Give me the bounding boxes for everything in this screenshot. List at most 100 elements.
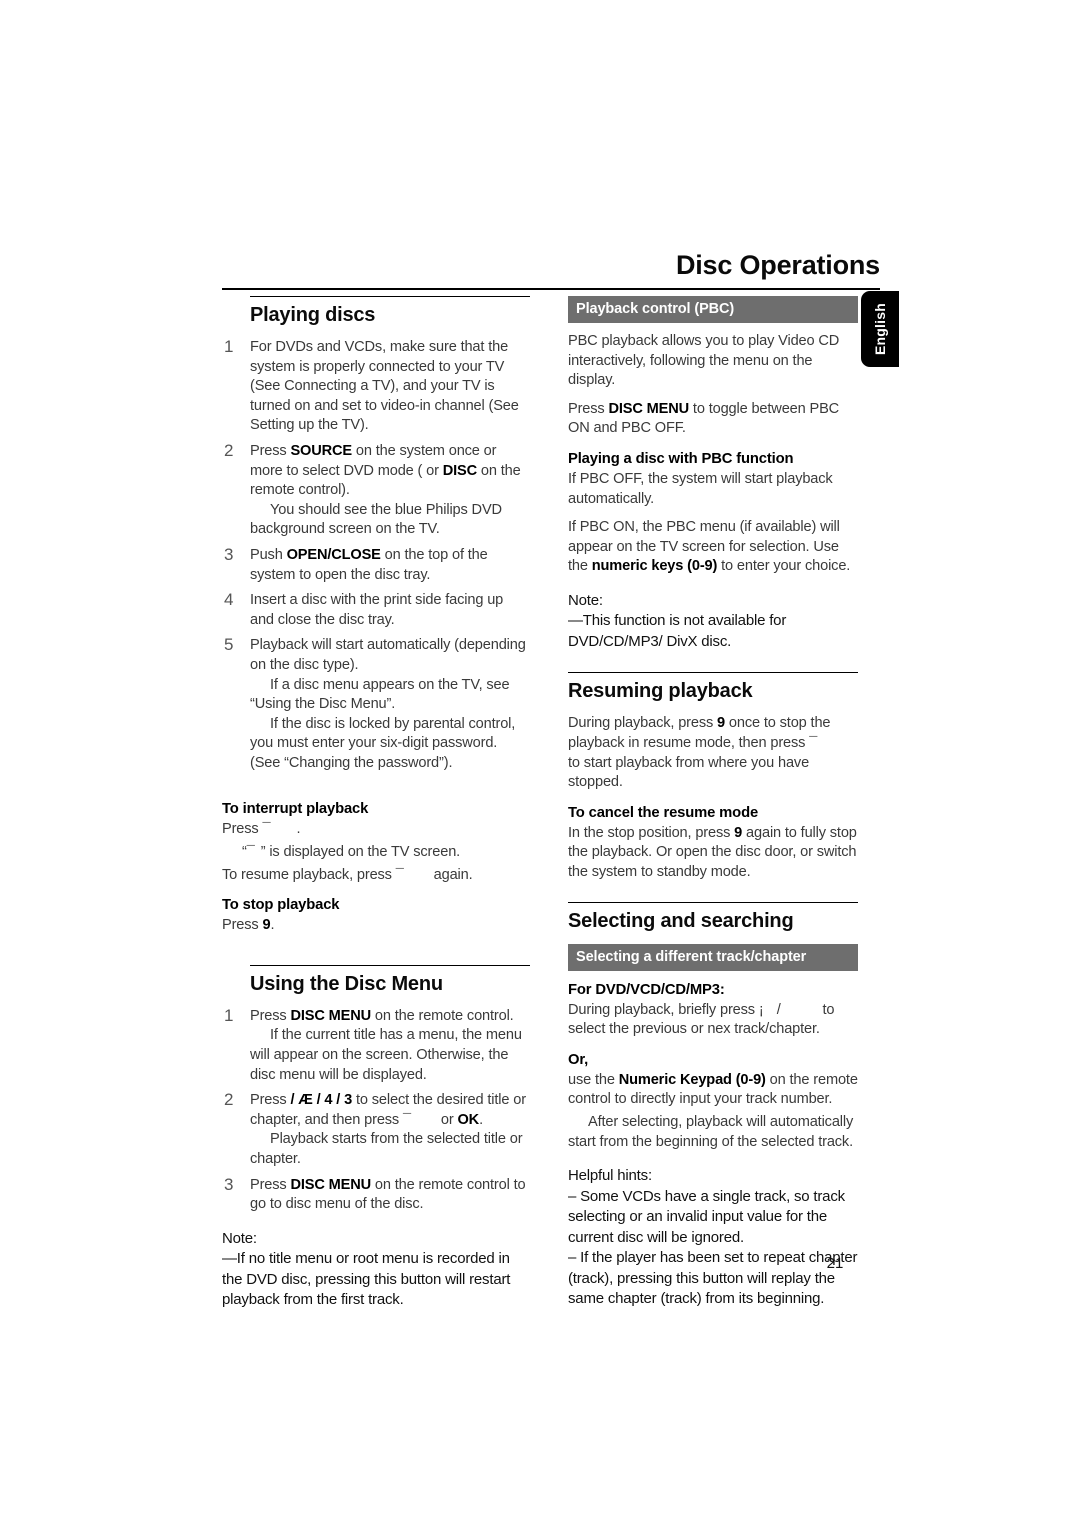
keyword-numeric-keys: numeric keys (0-9) bbox=[591, 558, 718, 575]
cancel-resume-paragraph: In the stop position, press 9 again to f… bbox=[568, 824, 858, 883]
list-text-pre: Press bbox=[250, 1092, 291, 1109]
list-text-post: on the remote control. bbox=[371, 1007, 514, 1024]
stop-symbol-icon: 9 bbox=[734, 824, 743, 841]
right-column: Playback control (PBC) PBC playback allo… bbox=[568, 296, 858, 1310]
stop-symbol-icon: 9 bbox=[717, 715, 726, 732]
bar-heading-pbc: Playback control (PBC) bbox=[568, 296, 858, 323]
section-divider-disc-menu bbox=[250, 964, 530, 966]
play-pause-symbol-icon: ¯ bbox=[262, 821, 271, 838]
stop-line: Press 9. bbox=[222, 916, 530, 936]
list-text-pre: Press bbox=[250, 442, 291, 459]
page-title: Disc Operations bbox=[675, 250, 880, 280]
keyword-disc-menu: DISC MENU bbox=[290, 1007, 372, 1024]
or-sub-text: After selecting, playback will automatic… bbox=[568, 1113, 854, 1150]
interrupt-line-3-pre: To resume playback, press bbox=[222, 866, 396, 883]
keyword-disc-menu: DISC MENU bbox=[290, 1176, 372, 1193]
list-text-mid-2: or bbox=[436, 1111, 458, 1128]
list-number: 4 bbox=[224, 590, 234, 610]
list-number: 2 bbox=[224, 440, 234, 460]
section-heading-playing-discs: Playing discs bbox=[250, 304, 376, 326]
interrupt-line-2-post: ” is displayed on the TV screen. bbox=[260, 844, 461, 861]
note-body: —If no title menu or root menu is record… bbox=[222, 1250, 511, 1309]
list-item: 2 Press SOURCE on the system once or mor… bbox=[222, 440, 530, 540]
play-pause-symbol-icon: ¯ bbox=[246, 844, 255, 861]
section-divider-resuming bbox=[568, 672, 858, 674]
list-text: Playback will start automatically (depen… bbox=[250, 637, 526, 673]
list-item: 1 For DVDs and VCDs, make sure that the … bbox=[222, 337, 530, 436]
keyword-ok: OK bbox=[457, 1111, 480, 1128]
interrupt-line-1-pre: Press bbox=[222, 821, 263, 838]
interrupt-line-3-post: again. bbox=[429, 866, 473, 883]
keyword-open-close: OPEN/CLOSE bbox=[286, 546, 381, 563]
or-subparagraph: After selecting, playback will automatic… bbox=[568, 1113, 858, 1152]
stop-line-post: . bbox=[270, 917, 275, 934]
title-divider bbox=[222, 288, 880, 290]
list-item: 4 Insert a disc with the print side faci… bbox=[222, 590, 530, 630]
interrupt-line-1-post: . bbox=[296, 821, 301, 838]
list-number: 1 bbox=[224, 1005, 234, 1025]
keyword-disc: DISC bbox=[442, 462, 478, 479]
page-number: 21 bbox=[826, 1255, 844, 1272]
pbc-paragraph-4: If PBC ON, the PBC menu (if available) w… bbox=[568, 518, 858, 577]
list-subtext: If the current title has a menu, the men… bbox=[250, 1027, 522, 1083]
section-heading-selecting: Selecting and searching bbox=[568, 909, 794, 932]
interrupt-line-1: Press ¯. bbox=[222, 820, 530, 840]
list-text: For DVDs and VCDs, make sure that the sy… bbox=[250, 339, 519, 434]
helpful-hints: Helpful hints: – Some VCDs have a single… bbox=[568, 1166, 858, 1310]
list-subtext: You should see the blue Philips DVD back… bbox=[250, 501, 502, 538]
section-divider-playing-discs bbox=[250, 296, 530, 297]
left-column: Playing discs 1 For DVDs and VCDs, make … bbox=[222, 296, 530, 1311]
list-item: 3 Press DISC MENU on the remote control … bbox=[222, 1174, 530, 1215]
subheading-for-formats: For DVD/VCD/CD/MP3: bbox=[568, 981, 725, 998]
navigation-symbols-icon: / Æ / 4 / 3 bbox=[290, 1092, 356, 1109]
list-subtext: Playback starts from the selected title … bbox=[250, 1131, 523, 1167]
cancel-resume-pre: In the stop position, press bbox=[568, 824, 735, 841]
list-item: 1 Press DISC MENU on the remote control.… bbox=[222, 1005, 530, 1085]
selecting-mid: / bbox=[772, 1001, 785, 1018]
list-item: 3 Push OPEN/CLOSE on the top of the syst… bbox=[222, 544, 530, 585]
note-body: —This function is not available for DVD/… bbox=[568, 612, 787, 650]
resuming-paragraph: During playback, press 9 once to stop th… bbox=[568, 714, 858, 792]
pbc-paragraph-2-pre: Press bbox=[568, 400, 609, 417]
pbc-paragraph-3: If PBC OFF, the system will start playba… bbox=[568, 470, 833, 507]
subheading-or: Or, bbox=[568, 1051, 589, 1068]
play-pause-symbol-icon: ¯ bbox=[402, 1111, 411, 1128]
stop-line-pre: Press bbox=[222, 917, 263, 934]
keyword-source: SOURCE bbox=[290, 442, 353, 459]
keyword-disc-menu: DISC MENU bbox=[608, 400, 690, 417]
interrupt-line-2-pre: “ bbox=[242, 844, 247, 861]
selecting-pre: During playback, briefly press bbox=[568, 1001, 759, 1018]
pbc-paragraph-2: Press DISC MENU to toggle between PBC ON… bbox=[568, 400, 858, 439]
hint-item: – Some VCDs have a single track, so trac… bbox=[568, 1187, 845, 1246]
list-text-pre: Press bbox=[250, 1176, 291, 1193]
language-tab-label: English bbox=[872, 303, 888, 355]
manual-page: Disc Operations English Playing discs 1 … bbox=[0, 0, 1080, 1528]
list-number: 1 bbox=[224, 337, 234, 356]
section-divider-selecting bbox=[568, 901, 858, 903]
or-paragraph: use the Numeric Keypad (0-9) on the remo… bbox=[568, 1071, 858, 1110]
pbc-paragraph-1: PBC playback allows you to play Video CD… bbox=[568, 333, 840, 389]
previous-track-symbol-icon: ¡ bbox=[758, 1001, 764, 1018]
list-text-pre: Push bbox=[250, 546, 287, 563]
list-number: 3 bbox=[224, 544, 234, 564]
keyword-numeric-keypad: Numeric Keypad (0-9) bbox=[618, 1071, 766, 1088]
list-text-pre: Press bbox=[250, 1007, 291, 1024]
play-pause-symbol-icon: ¯ bbox=[809, 735, 818, 752]
selecting-paragraph: During playback, briefly press ¡ / to se… bbox=[568, 1001, 858, 1040]
resuming-pre: During playback, press bbox=[568, 715, 718, 732]
list-item: 5 Playback will start automatically (dep… bbox=[222, 635, 530, 773]
list-number: 2 bbox=[224, 1090, 234, 1110]
pbc-paragraph-4-post: to enter your choice. bbox=[717, 558, 851, 575]
note-pbc: Note: —This function is not available fo… bbox=[568, 591, 858, 653]
language-tab: English bbox=[861, 291, 899, 367]
list-number: 3 bbox=[224, 1174, 234, 1194]
subheading-playing-disc-pbc: Playing a disc with PBC function bbox=[568, 450, 794, 467]
bar-heading-selecting-track: Selecting a different track/chapter bbox=[568, 943, 858, 971]
subheading-cancel-resume: To cancel the resume mode bbox=[568, 804, 759, 821]
or-pre: use the bbox=[568, 1071, 619, 1088]
play-pause-symbol-icon: ¯ bbox=[395, 866, 404, 883]
list-text: Insert a disc with the print side facing… bbox=[250, 592, 504, 628]
note-disc-menu: Note: —If no title menu or root menu is … bbox=[222, 1229, 530, 1311]
list-number: 5 bbox=[224, 635, 234, 655]
resuming-post: to start playback from where you have st… bbox=[568, 754, 810, 791]
